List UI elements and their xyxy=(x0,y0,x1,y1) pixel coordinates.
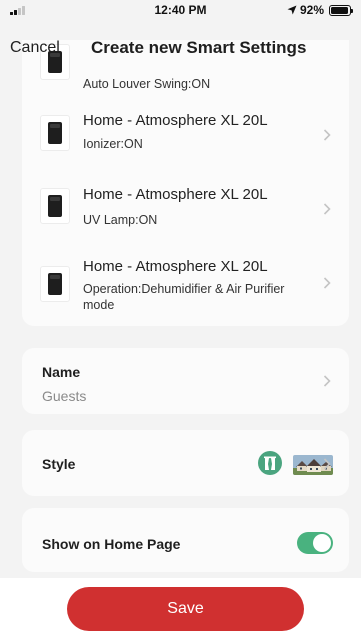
action-detail: Auto Louver Swing:ON xyxy=(83,77,211,91)
action-detail: Ionizer:ON xyxy=(83,137,143,151)
battery-percent: 92% xyxy=(299,3,324,17)
action-title: Home - Atmosphere XL 20L xyxy=(83,186,268,203)
status-right: 92% xyxy=(287,3,353,17)
dehumidifier-icon xyxy=(40,115,70,151)
name-label: Name xyxy=(42,364,81,380)
smart-settings-screen: 12:40 PM 92% Auto Louver Swing:ON Home -… xyxy=(0,0,361,633)
name-value: Guests xyxy=(42,388,87,404)
cancel-button[interactable]: Cancel xyxy=(10,39,60,57)
action-row[interactable]: Home - Atmosphere XL 20L UV Lamp:ON xyxy=(22,172,349,246)
battery-icon xyxy=(329,4,353,16)
chevron-right-icon xyxy=(323,203,331,215)
location-arrow-icon xyxy=(287,5,297,15)
action-row[interactable]: Home - Atmosphere XL 20L Ionizer:ON xyxy=(22,98,349,172)
chevron-right-icon xyxy=(323,458,331,470)
home-page-toggle[interactable] xyxy=(297,532,333,554)
home-page-label: Show on Home Page xyxy=(42,536,181,552)
action-detail: UV Lamp:ON xyxy=(83,213,158,227)
dehumidifier-icon xyxy=(40,266,70,302)
toggle-knob xyxy=(313,534,331,552)
home-page-card: Show on Home Page xyxy=(22,508,349,572)
action-title: Home - Atmosphere XL 20L xyxy=(83,112,268,129)
chevron-right-icon xyxy=(323,277,331,289)
action-title: Home - Atmosphere XL 20L xyxy=(83,258,268,275)
action-detail: Operation:Dehumidifier & Air Purifier mo… xyxy=(83,282,285,312)
action-row[interactable]: Home - Atmosphere XL 20L Operation:Dehum… xyxy=(22,246,349,320)
name-card[interactable]: Name Guests xyxy=(22,348,349,414)
page-title: Create new Smart Settings xyxy=(91,38,307,57)
bottom-bar: Save xyxy=(0,578,361,633)
chevron-right-icon xyxy=(323,129,331,141)
style-card[interactable]: Style xyxy=(22,430,349,496)
style-label: Style xyxy=(42,456,76,472)
nav-bar: Cancel Create new Smart Settings xyxy=(0,26,361,70)
status-bar: 12:40 PM 92% xyxy=(0,0,361,20)
dehumidifier-icon xyxy=(40,188,70,224)
chevron-right-icon xyxy=(323,375,331,387)
curtains-icon xyxy=(258,451,282,475)
save-button[interactable]: Save xyxy=(67,587,304,631)
actions-card: Auto Louver Swing:ON Home - Atmosphere X… xyxy=(22,40,349,326)
